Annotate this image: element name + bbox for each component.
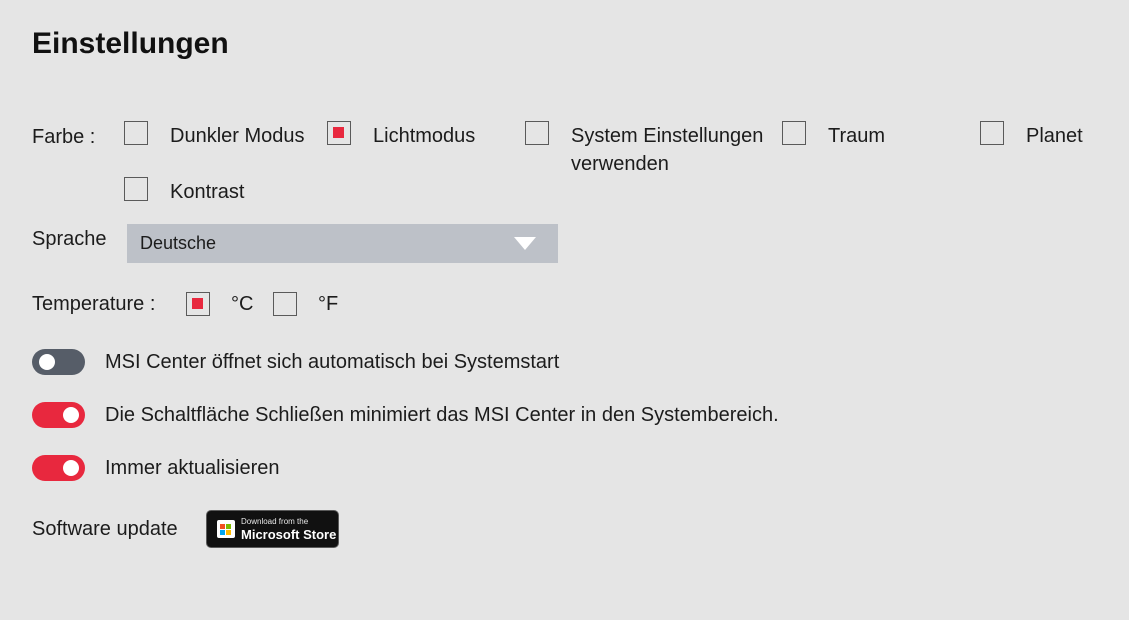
toggle-label-autostart: MSI Center öffnet sich automatisch bei S… [105, 351, 560, 373]
temperature-label: Temperature : [32, 293, 156, 315]
store-big-text: Microsoft Store [241, 527, 337, 542]
toggle-knob [63, 460, 79, 476]
checkbox-fahrenheit[interactable] [273, 292, 297, 316]
checkbox-lichtmodus[interactable] [327, 121, 351, 145]
farbe-label: Farbe : [32, 126, 96, 148]
microsoft-store-icon [217, 520, 235, 538]
language-select[interactable]: Deutsche [127, 224, 558, 263]
toggle-knob [63, 407, 79, 423]
option-label-fahrenheit: °F [318, 293, 339, 315]
option-label-system-einstellungen-line2: verwenden [571, 153, 669, 175]
microsoft-store-button[interactable]: Download from the Microsoft Store [206, 510, 339, 548]
option-label-traum: Traum [828, 125, 886, 147]
toggle-autostart[interactable] [32, 349, 85, 375]
checkbox-traum[interactable] [782, 121, 806, 145]
language-select-value: Deutsche [140, 233, 217, 253]
toggle-label-always-update: Immer aktualisieren [105, 457, 280, 479]
store-small-text: Download from the [241, 517, 309, 526]
option-label-dunkler-modus: Dunkler Modus [170, 125, 305, 147]
checkbox-system-einstellungen[interactable] [525, 121, 549, 145]
toggle-knob [39, 354, 55, 370]
page-title: Einstellungen [32, 27, 229, 60]
chevron-down-icon [514, 237, 536, 250]
checkbox-celsius[interactable] [186, 292, 210, 316]
option-label-lichtmodus: Lichtmodus [373, 125, 476, 147]
option-label-kontrast: Kontrast [170, 181, 245, 203]
checkbox-planet[interactable] [980, 121, 1004, 145]
sprache-label: Sprache [32, 228, 107, 250]
toggle-label-close-minimizes: Die Schaltfläche Schließen minimiert das… [105, 404, 779, 426]
toggle-close-minimizes[interactable] [32, 402, 85, 428]
checkbox-kontrast[interactable] [124, 177, 148, 201]
software-update-label: Software update [32, 518, 178, 540]
checkbox-dunkler-modus[interactable] [124, 121, 148, 145]
option-label-system-einstellungen-line1: System Einstellungen [571, 125, 764, 147]
option-label-celsius: °C [231, 293, 254, 315]
option-label-planet: Planet [1026, 125, 1083, 147]
toggle-always-update[interactable] [32, 455, 85, 481]
